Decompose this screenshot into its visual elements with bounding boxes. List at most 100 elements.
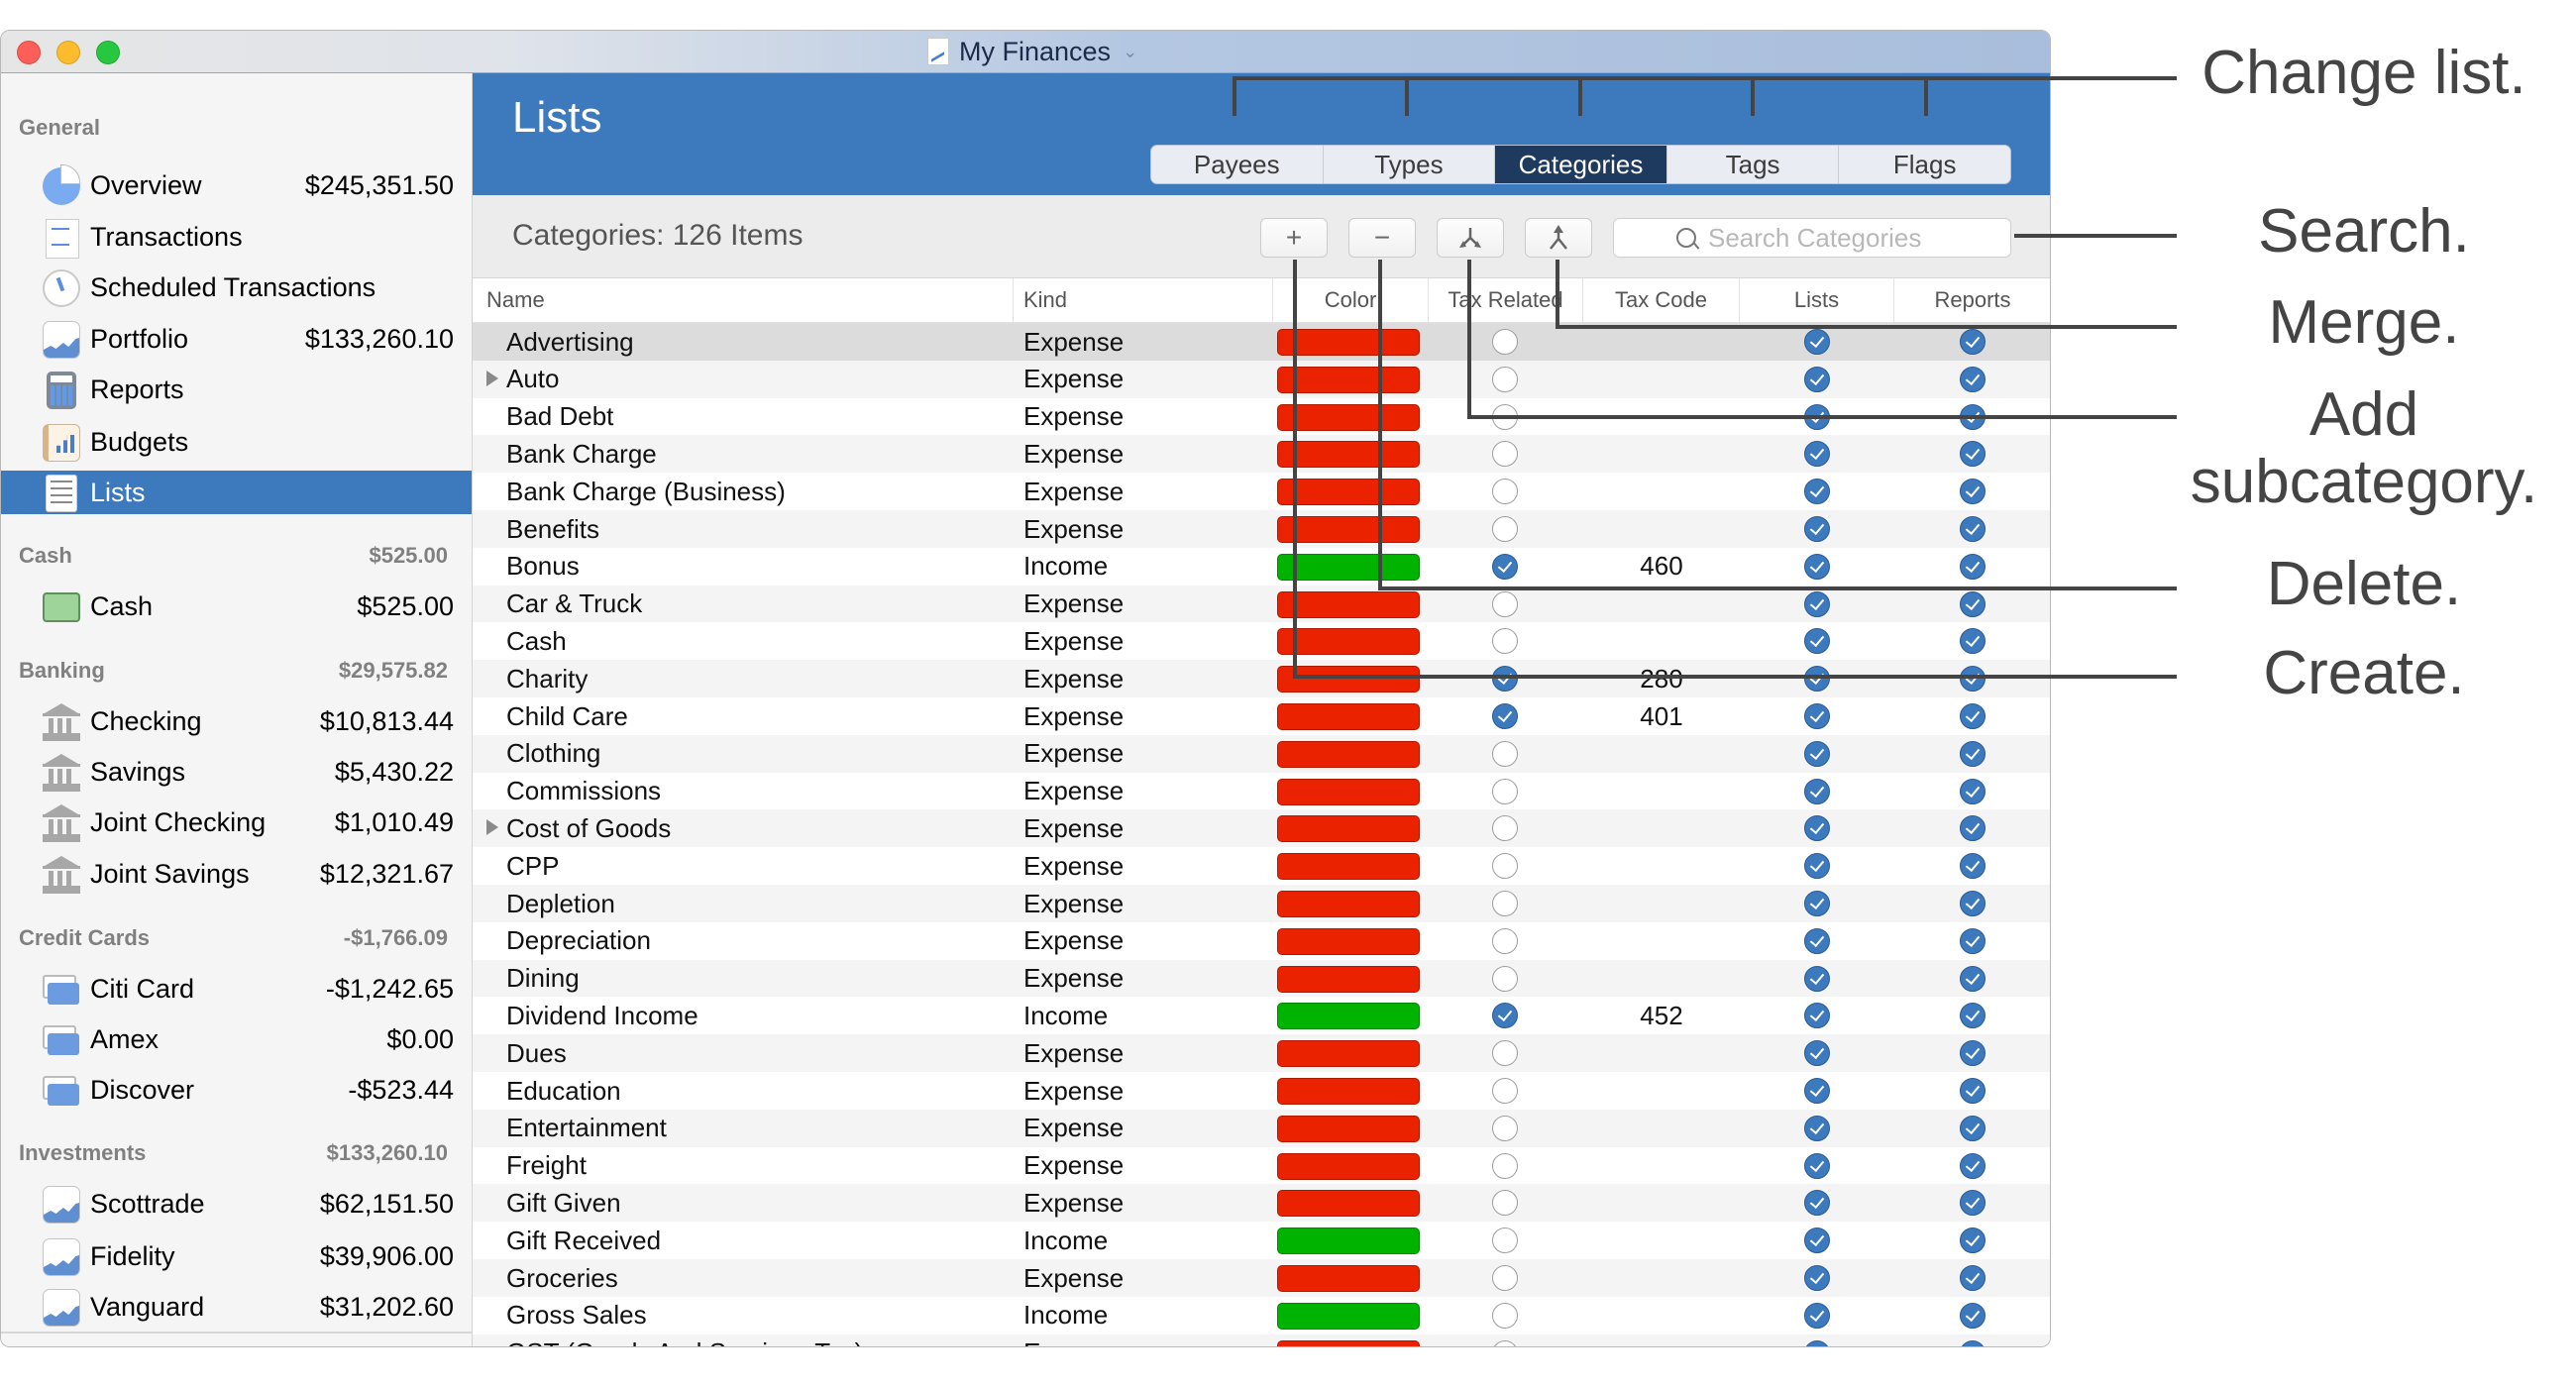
tax-related-checkbox[interactable] bbox=[1492, 590, 1518, 617]
category-color-swatch[interactable] bbox=[1277, 516, 1420, 543]
show-in-reports-checkbox[interactable] bbox=[1960, 1302, 1986, 1329]
show-in-reports-checkbox[interactable] bbox=[1960, 927, 1986, 954]
show-in-lists-checkbox[interactable] bbox=[1804, 1003, 1830, 1029]
category-color-swatch[interactable] bbox=[1277, 1302, 1420, 1330]
show-in-lists-checkbox[interactable] bbox=[1804, 1115, 1830, 1141]
sidebar-section-investments[interactable]: Investments $133,260.10 bbox=[19, 1138, 448, 1168]
table-row[interactable]: Education Expense bbox=[473, 1072, 2050, 1110]
show-in-reports-checkbox[interactable] bbox=[1960, 516, 1986, 542]
show-in-reports-checkbox[interactable] bbox=[1960, 329, 1986, 355]
tax-related-checkbox[interactable] bbox=[1492, 1152, 1518, 1179]
disclosure-triangle-icon[interactable] bbox=[486, 370, 498, 386]
show-in-lists-checkbox[interactable] bbox=[1804, 329, 1830, 355]
show-in-lists-checkbox[interactable] bbox=[1804, 1040, 1830, 1067]
category-color-swatch[interactable] bbox=[1277, 703, 1420, 730]
category-color-swatch[interactable] bbox=[1277, 891, 1420, 917]
table-row[interactable]: Freight Expense bbox=[473, 1146, 2050, 1185]
sidebar-section-cash[interactable]: Cash $525.00 bbox=[19, 541, 448, 571]
category-color-swatch[interactable] bbox=[1277, 1040, 1420, 1068]
category-color-swatch[interactable] bbox=[1277, 628, 1420, 656]
show-in-reports-checkbox[interactable] bbox=[1960, 853, 1986, 880]
search-input[interactable] bbox=[1706, 221, 1948, 255]
tax-related-checkbox[interactable] bbox=[1492, 516, 1518, 542]
sidebar-item-discover[interactable]: Discover -$523.44 bbox=[1, 1068, 472, 1112]
table-row[interactable]: Gross Sales Income bbox=[473, 1296, 2050, 1334]
column-header-lists[interactable]: Lists bbox=[1739, 278, 1893, 322]
category-color-swatch[interactable] bbox=[1277, 853, 1420, 881]
table-row[interactable]: Child Care Expense 401 bbox=[473, 697, 2050, 735]
show-in-reports-checkbox[interactable] bbox=[1960, 590, 1986, 617]
show-in-reports-checkbox[interactable] bbox=[1960, 1265, 1986, 1291]
sidebar-item-joint-checking[interactable]: Joint Checking $1,010.49 bbox=[1, 800, 472, 844]
show-in-lists-checkbox[interactable] bbox=[1804, 666, 1830, 693]
table-row[interactable]: Bonus Income 460 bbox=[473, 547, 2050, 586]
tax-related-checkbox[interactable] bbox=[1492, 666, 1518, 693]
table-row[interactable]: Cost of Goods Expense bbox=[473, 809, 2050, 848]
show-in-reports-checkbox[interactable] bbox=[1960, 1115, 1986, 1141]
table-row[interactable]: Groceries Expense bbox=[473, 1259, 2050, 1297]
tab-payees[interactable]: Payees bbox=[1151, 146, 1324, 183]
show-in-reports-checkbox[interactable] bbox=[1960, 1078, 1986, 1104]
refresh-button[interactable]: ↻ bbox=[425, 1341, 452, 1346]
show-in-lists-checkbox[interactable] bbox=[1804, 891, 1830, 916]
tax-related-checkbox[interactable] bbox=[1492, 703, 1518, 729]
tax-related-checkbox[interactable] bbox=[1492, 1265, 1518, 1291]
sidebar-section-general[interactable]: General bbox=[19, 113, 448, 143]
sidebar-item-vanguard[interactable]: Vanguard $31,202.60 bbox=[1, 1285, 472, 1329]
show-in-reports-checkbox[interactable] bbox=[1960, 965, 1986, 992]
tax-related-checkbox[interactable] bbox=[1492, 1078, 1518, 1104]
category-color-swatch[interactable] bbox=[1277, 1115, 1420, 1142]
show-in-reports-checkbox[interactable] bbox=[1960, 1339, 1986, 1346]
show-in-lists-checkbox[interactable] bbox=[1804, 441, 1830, 468]
category-color-swatch[interactable] bbox=[1277, 1339, 1420, 1346]
category-color-swatch[interactable] bbox=[1277, 366, 1420, 393]
show-in-reports-checkbox[interactable] bbox=[1960, 703, 1986, 729]
sidebar-item-budgets[interactable]: Budgets bbox=[1, 420, 472, 464]
sidebar-item-reports[interactable]: Reports bbox=[1, 368, 472, 411]
category-color-swatch[interactable] bbox=[1277, 778, 1420, 805]
show-in-reports-checkbox[interactable] bbox=[1960, 1003, 1986, 1029]
disclosure-triangle-icon[interactable] bbox=[486, 819, 498, 836]
sidebar-item-joint-savings[interactable]: Joint Savings $12,321.67 bbox=[1, 852, 472, 896]
add-subcategory-button[interactable] bbox=[1437, 218, 1504, 258]
column-header-tax-code[interactable]: Tax Code bbox=[1582, 278, 1739, 322]
merge-categories-button[interactable] bbox=[1525, 218, 1592, 258]
table-row[interactable]: Commissions Expense bbox=[473, 772, 2050, 810]
tax-related-checkbox[interactable] bbox=[1492, 553, 1518, 580]
category-color-swatch[interactable] bbox=[1277, 740, 1420, 768]
sidebar-item-fidelity[interactable]: Fidelity $39,906.00 bbox=[1, 1234, 472, 1278]
tax-related-checkbox[interactable] bbox=[1492, 479, 1518, 505]
sidebar-item-scottrade[interactable]: Scottrade $62,151.50 bbox=[1, 1182, 472, 1226]
show-in-lists-checkbox[interactable] bbox=[1804, 703, 1830, 729]
table-row[interactable]: Bank Charge Expense bbox=[473, 435, 2050, 474]
table-row[interactable]: Dividend Income Income 452 bbox=[473, 997, 2050, 1035]
sidebar-section-credit-cards[interactable]: Credit Cards -$1,766.09 bbox=[19, 923, 448, 953]
tax-related-checkbox[interactable] bbox=[1492, 1003, 1518, 1029]
show-in-reports-checkbox[interactable] bbox=[1960, 740, 1986, 767]
category-color-swatch[interactable] bbox=[1277, 479, 1420, 506]
table-row[interactable]: Clothing Expense bbox=[473, 734, 2050, 773]
tax-related-checkbox[interactable] bbox=[1492, 441, 1518, 468]
close-window-button[interactable] bbox=[17, 41, 41, 64]
sidebar-item-savings[interactable]: Savings $5,430.22 bbox=[1, 750, 472, 794]
create-category-button[interactable]: + bbox=[1260, 218, 1328, 258]
tax-related-checkbox[interactable] bbox=[1492, 628, 1518, 655]
tax-related-checkbox[interactable] bbox=[1492, 1115, 1518, 1141]
show-in-lists-checkbox[interactable] bbox=[1804, 815, 1830, 842]
show-in-lists-checkbox[interactable] bbox=[1804, 553, 1830, 580]
category-color-swatch[interactable] bbox=[1277, 927, 1420, 955]
category-color-swatch[interactable] bbox=[1277, 965, 1420, 993]
tax-related-checkbox[interactable] bbox=[1492, 1040, 1518, 1067]
sidebar-item-transactions[interactable]: Transactions bbox=[1, 215, 472, 259]
tax-related-checkbox[interactable] bbox=[1492, 329, 1518, 355]
category-color-swatch[interactable] bbox=[1277, 815, 1420, 843]
tab-tags[interactable]: Tags bbox=[1667, 146, 1840, 183]
show-in-reports-checkbox[interactable] bbox=[1960, 666, 1986, 693]
table-row[interactable]: GST (Goods And Services Tax) Expense bbox=[473, 1334, 2050, 1346]
tax-related-checkbox[interactable] bbox=[1492, 1302, 1518, 1329]
show-in-lists-checkbox[interactable] bbox=[1804, 740, 1830, 767]
show-in-reports-checkbox[interactable] bbox=[1960, 553, 1986, 580]
sidebar-item-amex[interactable]: Amex $0.00 bbox=[1, 1017, 472, 1061]
show-in-lists-checkbox[interactable] bbox=[1804, 965, 1830, 992]
show-in-reports-checkbox[interactable] bbox=[1960, 778, 1986, 804]
